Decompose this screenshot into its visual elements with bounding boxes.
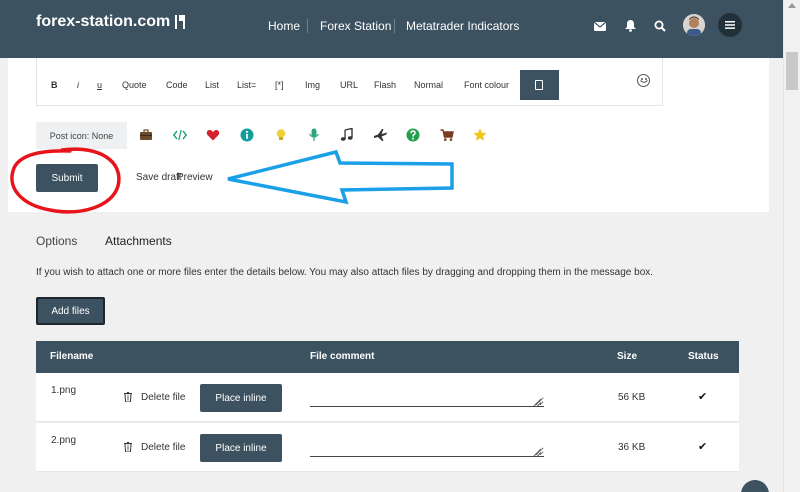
nav-divider — [307, 19, 308, 33]
filename: 2.png — [51, 435, 77, 446]
place-inline-button[interactable]: Place inline — [200, 434, 282, 462]
tab-attachments[interactable]: Attachments — [105, 234, 172, 248]
list-item-button[interactable]: [*] — [275, 80, 284, 90]
resize-grip-icon[interactable] — [533, 398, 541, 406]
font-colour-button[interactable]: Font colour — [464, 80, 509, 90]
music-icon[interactable] — [340, 128, 354, 142]
table-row: 2.png Delete file Place inline 36 KB ✔ — [36, 423, 739, 472]
cart-icon[interactable] — [440, 128, 454, 142]
briefcase-icon[interactable] — [139, 128, 153, 142]
delete-file-button[interactable]: Delete file — [141, 392, 185, 403]
add-files-button[interactable]: Add files — [36, 297, 105, 325]
submit-button[interactable]: Submit — [36, 164, 98, 192]
col-filename: Filename — [50, 351, 94, 362]
attachments-help-text: If you wish to attach one or more files … — [36, 267, 654, 278]
nav-forex-station[interactable]: Forex Station — [320, 19, 391, 33]
list-button[interactable]: List — [205, 80, 219, 90]
trash-icon[interactable] — [124, 442, 132, 452]
info-icon[interactable] — [240, 128, 254, 142]
vertical-scrollbar[interactable] — [783, 0, 800, 492]
attachments-table-header: Filename File comment Size Status — [36, 341, 739, 373]
nav-divider — [394, 19, 395, 33]
resize-grip-icon[interactable] — [533, 448, 541, 456]
font-size-select[interactable]: Normal — [414, 80, 443, 90]
status-checkmark-icon: ✔ — [698, 441, 708, 453]
nav-metatrader-indicators[interactable]: Metatrader Indicators — [406, 19, 519, 33]
ordered-list-button[interactable]: List= — [237, 80, 256, 90]
file-comment-input[interactable] — [310, 433, 544, 457]
save-draft-button[interactable]: Save draft — [136, 172, 182, 183]
delete-file-button[interactable]: Delete file — [141, 442, 185, 453]
toggle-editor-button[interactable] — [520, 70, 559, 100]
underline-button[interactable]: u — [97, 80, 102, 90]
lightbulb-icon[interactable] — [274, 128, 288, 142]
bell-icon[interactable] — [622, 18, 638, 34]
heart-icon[interactable] — [206, 128, 220, 142]
scroll-up-arrow[interactable] — [788, 3, 796, 8]
page-icon — [535, 80, 543, 90]
file-comment-input[interactable] — [310, 383, 544, 407]
trash-icon[interactable] — [124, 392, 132, 402]
flash-button[interactable]: Flash — [374, 80, 396, 90]
filename: 1.png — [51, 385, 77, 396]
img-button[interactable]: Img — [305, 80, 320, 90]
file-size: 36 KB — [618, 442, 646, 453]
scroll-to-top-button[interactable] — [741, 480, 769, 492]
microphone-icon[interactable] — [307, 128, 321, 142]
code-icon[interactable] — [173, 128, 187, 142]
site-logo[interactable]: forex-station.com — [36, 13, 188, 31]
question-icon[interactable] — [406, 128, 420, 142]
mail-icon[interactable] — [592, 18, 608, 34]
avatar[interactable] — [683, 14, 705, 36]
preview-button[interactable]: Preview — [177, 172, 213, 183]
italic-button[interactable]: i — [77, 80, 79, 90]
smiley-icon[interactable] — [637, 74, 650, 87]
url-button[interactable]: URL — [340, 80, 358, 90]
tab-options[interactable]: Options — [36, 234, 77, 248]
format-toolbar: B i u Quote Code List List= [*] Img URL … — [36, 58, 663, 106]
scrollbar-thumb[interactable] — [786, 52, 798, 90]
bold-button[interactable]: B — [51, 80, 58, 90]
nav-home[interactable]: Home — [268, 19, 300, 33]
status-checkmark-icon: ✔ — [698, 391, 708, 403]
place-inline-button[interactable]: Place inline — [200, 384, 282, 412]
quote-button[interactable]: Quote — [122, 80, 147, 90]
col-size: Size — [617, 351, 638, 362]
star-icon[interactable] — [473, 128, 487, 142]
search-icon[interactable] — [652, 18, 668, 34]
col-file-comment: File comment — [310, 351, 375, 362]
file-size: 56 KB — [618, 392, 646, 403]
table-row: 1.png Delete file Place inline 56 KB ✔ — [36, 373, 739, 422]
post-icon-none[interactable]: Post icon: None — [36, 122, 127, 149]
airplane-icon[interactable] — [373, 128, 387, 142]
logo-mark-icon — [174, 13, 188, 31]
top-navbar: forex-station.com Home Forex Station Met… — [0, 0, 783, 58]
menu-icon[interactable] — [718, 13, 742, 37]
col-status: Status — [688, 351, 719, 362]
code-button[interactable]: Code — [166, 80, 188, 90]
